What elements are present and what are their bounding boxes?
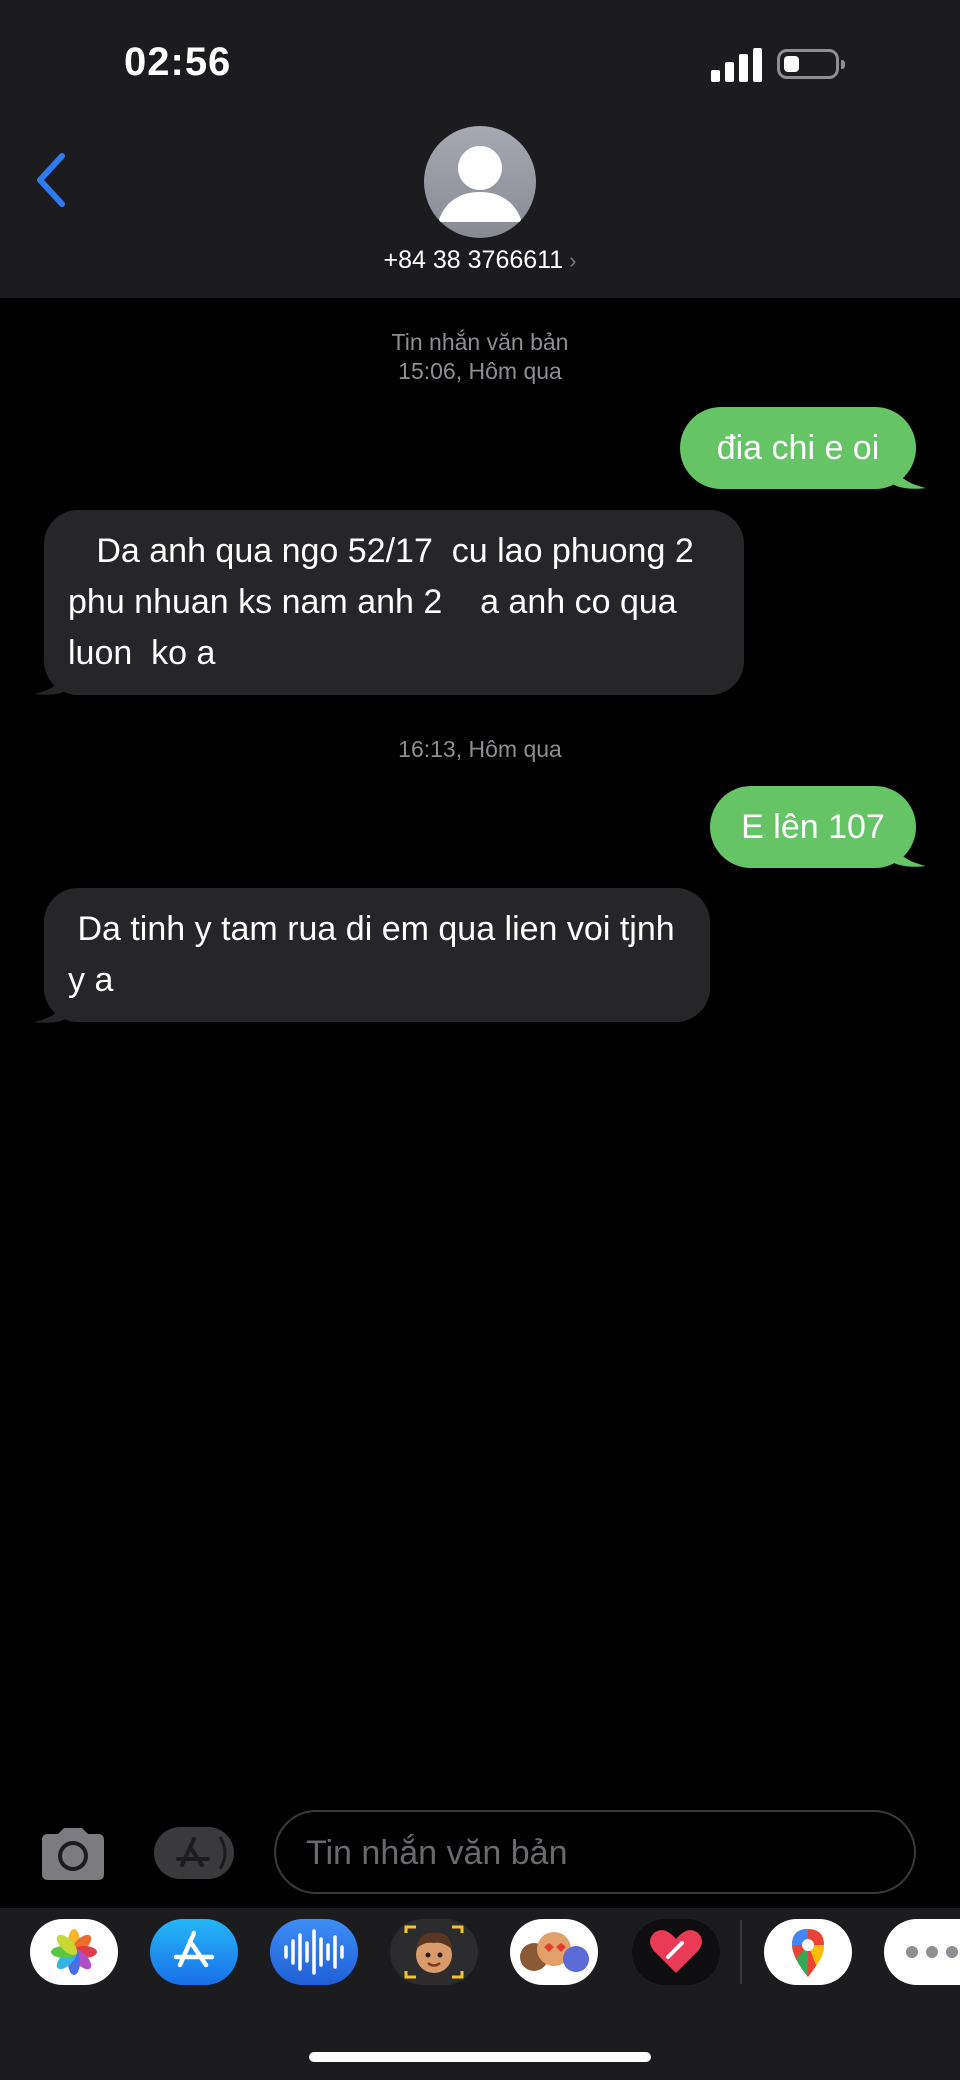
person-icon [438, 146, 522, 222]
incoming-message[interactable]: Da anh qua ngo 52/17 cu lao phuong 2 phu… [44, 510, 744, 695]
timestamp: 15:06, Hôm qua [398, 358, 562, 384]
home-indicator[interactable] [309, 2052, 651, 2062]
animoji-stickers-icon[interactable] [510, 1919, 598, 1985]
chevron-right-icon: › [569, 248, 577, 273]
google-maps-icon[interactable] [764, 1919, 852, 1985]
drawer-divider [740, 1920, 742, 1984]
outgoing-message[interactable]: E lên 107 [710, 786, 916, 868]
incoming-message[interactable]: Da tinh y tam rua di em qua lien voi tjn… [44, 888, 710, 1022]
photos-app-icon[interactable] [30, 1919, 118, 1985]
outgoing-message[interactable]: đia chi e oi [680, 407, 916, 489]
status-time: 02:56 [124, 40, 232, 84]
app-store-icon [176, 1836, 227, 1870]
digital-touch-icon[interactable] [632, 1919, 720, 1985]
camera-icon[interactable] [38, 1826, 108, 1882]
timestamp: 16:13, Hôm qua [398, 736, 562, 762]
memoji-icon[interactable] [390, 1919, 478, 1985]
contact-name-button[interactable]: +84 38 3766611 › [0, 246, 960, 275]
app-drawer-button[interactable] [154, 1827, 234, 1879]
app-store-app-icon[interactable] [150, 1919, 238, 1985]
contact-number: +84 38 3766611 [383, 246, 564, 274]
battery-icon [777, 49, 845, 79]
message-input[interactable] [304, 1830, 888, 1876]
cellular-signal-icon [711, 48, 763, 82]
more-apps-icon[interactable] [884, 1919, 960, 1985]
conversation-header: 02:56 +84 38 3766611 › [0, 0, 960, 298]
audio-message-icon[interactable] [270, 1919, 358, 1985]
contact-avatar[interactable] [424, 126, 536, 238]
message-input-field[interactable] [274, 1810, 916, 1894]
thread-type-label: Tin nhắn văn bản [391, 329, 569, 355]
back-chevron-icon[interactable] [30, 150, 74, 210]
